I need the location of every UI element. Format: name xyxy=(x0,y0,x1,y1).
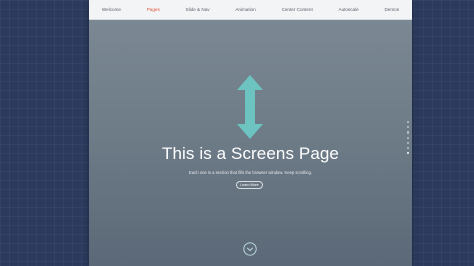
nav-item-center-content[interactable]: Center Content xyxy=(282,7,313,12)
section-dot[interactable] xyxy=(406,141,410,144)
chevron-down-circle-icon[interactable] xyxy=(243,242,257,256)
nav-item-autoscale[interactable]: Autoscale xyxy=(339,7,359,12)
nav-item-slide-nav[interactable]: Slide & Nav xyxy=(186,7,210,12)
top-navigation: Welcome Pages Slide & Nav Animation Cent… xyxy=(89,0,412,20)
section-dot[interactable] xyxy=(406,121,410,124)
section-dot[interactable] xyxy=(406,146,410,150)
learn-more-button[interactable]: Learn More xyxy=(236,181,263,189)
section-dot[interactable] xyxy=(406,136,410,139)
section-dots xyxy=(406,121,410,155)
section-dot-active[interactable] xyxy=(406,152,410,155)
nav-item-demos[interactable]: Demos xyxy=(384,7,399,12)
nav-item-welcome[interactable]: Welcome xyxy=(102,7,121,12)
nav-item-animation[interactable]: Animation xyxy=(235,7,255,12)
browser-page: Welcome Pages Slide & Nav Animation Cent… xyxy=(89,0,412,266)
nav-item-pages[interactable]: Pages xyxy=(147,7,160,12)
page-subtitle: Each one is a section that fills the bro… xyxy=(189,170,312,175)
page-title: This is a Screens Page xyxy=(161,144,339,163)
double-arrow-vertical-icon xyxy=(237,75,263,139)
section-dot[interactable] xyxy=(406,131,410,134)
section-dot[interactable] xyxy=(406,126,410,129)
